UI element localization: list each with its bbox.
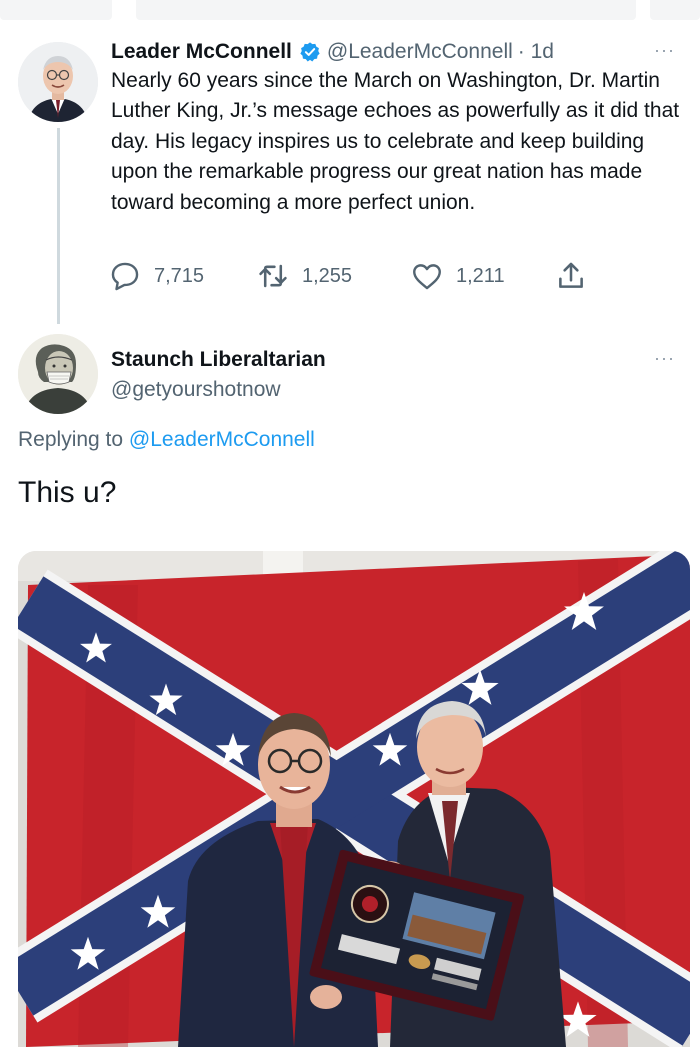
- author-avatar[interactable]: [18, 42, 98, 122]
- retweet-icon: [259, 264, 287, 288]
- like-button[interactable]: 1,211: [410, 258, 505, 294]
- like-count: 1,211: [456, 264, 505, 287]
- reply-icon: [111, 262, 139, 291]
- reply-more-options-icon[interactable]: ···: [654, 348, 675, 369]
- reply-author-name[interactable]: Staunch Liberaltarian: [111, 348, 326, 372]
- replying-prefix: Replying to: [18, 428, 124, 451]
- more-options-icon[interactable]: ···: [654, 40, 675, 61]
- reply-count: 7,715: [154, 264, 205, 287]
- tweet-time[interactable]: · 1d: [518, 40, 554, 64]
- reply-text: This u?: [18, 476, 117, 509]
- share-button[interactable]: [554, 258, 600, 294]
- replying-to: Replying to @LeaderMcConnell: [18, 428, 315, 452]
- reply-author-handle[interactable]: @getyourshotnow: [111, 378, 281, 402]
- retweet-count: 1,255: [302, 264, 353, 287]
- heart-icon: [413, 264, 441, 290]
- thread-line: [57, 128, 60, 324]
- share-icon: [559, 262, 583, 288]
- photo-image: [18, 551, 690, 1047]
- top-bar: [0, 0, 700, 22]
- reply-button[interactable]: 7,715: [108, 258, 204, 294]
- tweet-text: Nearly 60 years since the March on Washi…: [111, 69, 680, 214]
- retweet-button[interactable]: 1,255: [256, 258, 352, 294]
- author-handle[interactable]: @LeaderMcConnell: [327, 40, 513, 64]
- reply-avatar[interactable]: [18, 334, 98, 414]
- tweet-header: Leader McConnell @LeaderMcConnell · 1d: [111, 38, 554, 66]
- replying-to-mention[interactable]: @LeaderMcConnell: [129, 428, 315, 451]
- reply-photo[interactable]: [18, 551, 690, 1047]
- verified-badge-icon: [299, 41, 321, 63]
- author-name[interactable]: Leader McConnell: [111, 40, 292, 64]
